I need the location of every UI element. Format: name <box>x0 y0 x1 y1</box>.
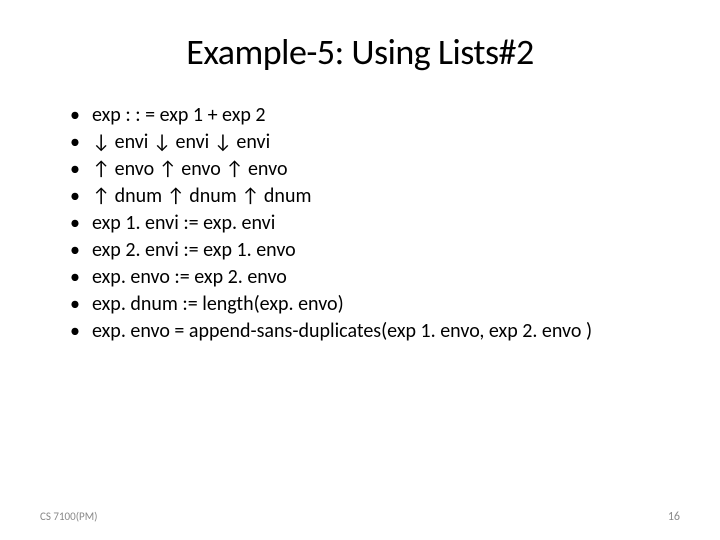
page-title: Example-5: Using Lists#2 <box>50 30 670 74</box>
list-item: ↓ envi ↓ envi ↓ envi <box>70 129 670 156</box>
footer-course: CS 7100(PM) <box>40 510 97 524</box>
list-item: exp 1. envi := exp. envi <box>70 210 670 237</box>
bullet-list: exp : : = exp 1 + exp 2 ↓ envi ↓ envi ↓ … <box>50 102 670 345</box>
list-item: exp 2. envi := exp 1. envo <box>70 237 670 264</box>
list-item: exp : : = exp 1 + exp 2 <box>70 102 670 129</box>
footer: CS 7100(PM) 16 <box>40 510 680 524</box>
slide: Example-5: Using Lists#2 exp : : = exp 1… <box>0 0 720 540</box>
list-item: exp. dnum := length(exp. envo) <box>70 291 670 318</box>
footer-page-number: 16 <box>668 510 680 524</box>
list-item: exp. envo = append-sans-duplicates(exp 1… <box>70 318 670 345</box>
list-item: exp. envo := exp 2. envo <box>70 264 670 291</box>
list-item: ↑ envo ↑ envo ↑ envo <box>70 156 670 183</box>
list-item: ↑ dnum ↑ dnum ↑ dnum <box>70 183 670 210</box>
